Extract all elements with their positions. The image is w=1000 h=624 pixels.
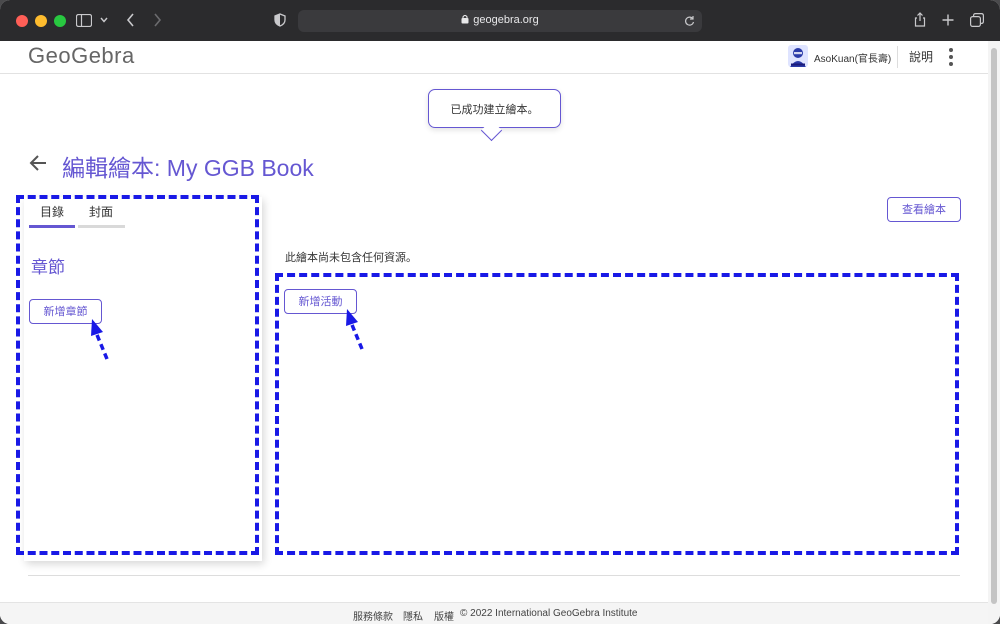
terms-link[interactable]: 服務條款 bbox=[353, 608, 393, 623]
help-link[interactable]: 說明 bbox=[909, 48, 933, 65]
chapters-highlight-box bbox=[16, 195, 259, 555]
tabs-overview-icon[interactable] bbox=[970, 13, 984, 27]
reload-icon[interactable] bbox=[684, 15, 695, 27]
site-header: GeoGebra AsoKuan(官長壽) 說明 bbox=[0, 41, 988, 74]
footer-divider bbox=[28, 575, 960, 576]
lock-icon bbox=[461, 14, 469, 24]
browser-titlebar: geogebra.org bbox=[0, 0, 1000, 41]
view-book-button[interactable]: 查看繪本 bbox=[887, 197, 961, 222]
header-divider bbox=[897, 46, 898, 68]
site-footer: 服務條款 隱私 版權 © 2022 International GeoGebra… bbox=[0, 602, 988, 624]
empty-book-message: 此繪本尚未包含任何資源。 bbox=[285, 251, 417, 264]
geogebra-logo[interactable]: GeoGebra bbox=[28, 43, 135, 69]
browser-window: geogebra.org GeoGebra AsoKuan(官長壽) 說明 已成… bbox=[0, 0, 1000, 624]
copyright-text: © 2022 International GeoGebra Institute bbox=[460, 608, 638, 619]
page-content: GeoGebra AsoKuan(官長壽) 說明 已成功建立繪本。 編輯繪本: … bbox=[0, 41, 1000, 624]
back-arrow-icon[interactable] bbox=[29, 153, 49, 173]
pointer-arrow-icon bbox=[91, 319, 109, 360]
toast-message: 已成功建立繪本。 bbox=[450, 103, 539, 116]
url-text: geogebra.org bbox=[473, 14, 539, 26]
user-name[interactable]: AsoKuan(官長壽) bbox=[814, 50, 891, 65]
privacy-link[interactable]: 隱私 bbox=[403, 608, 423, 623]
forward-icon[interactable] bbox=[153, 13, 162, 27]
page-title: 編輯繪本: My GGB Book bbox=[62, 155, 314, 181]
new-tab-icon[interactable] bbox=[942, 14, 954, 26]
minimize-window-button[interactable] bbox=[35, 15, 47, 27]
address-bar[interactable]: geogebra.org bbox=[298, 10, 702, 32]
maximize-window-button[interactable] bbox=[54, 15, 66, 27]
scrollbar-thumb[interactable] bbox=[991, 48, 997, 604]
sidebar-icon[interactable] bbox=[76, 14, 92, 27]
chevron-down-icon[interactable] bbox=[100, 17, 108, 23]
share-icon[interactable] bbox=[914, 12, 926, 27]
copyright-link[interactable]: 版權 bbox=[434, 608, 454, 623]
activities-highlight-box bbox=[275, 273, 959, 555]
avatar[interactable] bbox=[788, 45, 808, 67]
pointer-arrow-icon bbox=[346, 309, 364, 350]
back-icon[interactable] bbox=[126, 13, 135, 27]
more-vertical-icon[interactable] bbox=[946, 48, 956, 66]
close-window-button[interactable] bbox=[16, 15, 28, 27]
shield-icon[interactable] bbox=[274, 13, 286, 27]
